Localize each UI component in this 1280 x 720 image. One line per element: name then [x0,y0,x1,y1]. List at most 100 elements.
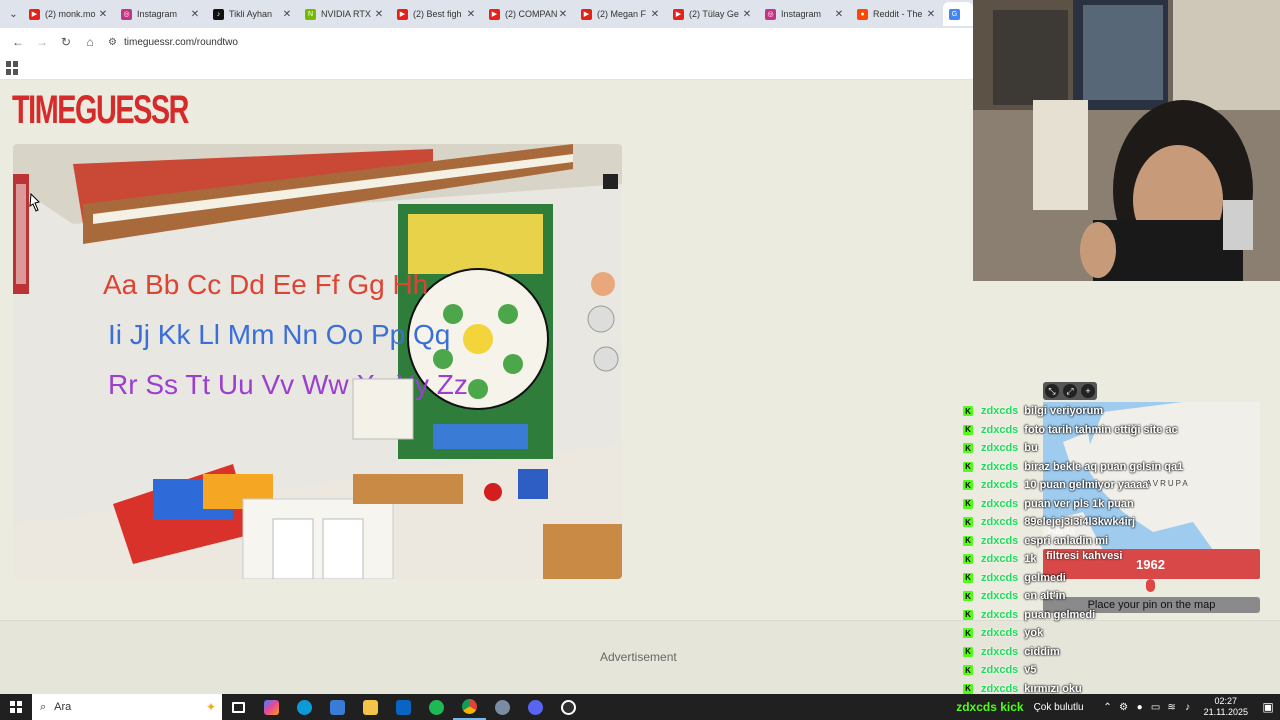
microphone-icon[interactable]: ● [1132,702,1148,713]
browser-tab[interactable]: ◎ Instagram ✕ [759,2,851,26]
tab-label: (2) Tülay Ge [689,9,739,19]
wifi-icon[interactable]: ≋ [1164,702,1180,713]
copilot-icon[interactable] [255,694,288,720]
reload-icon[interactable]: ↻ [54,30,78,54]
pin-toggle-icon[interactable]: + [1081,384,1095,398]
kick-badge-icon: K [963,424,973,435]
close-icon[interactable]: ✕ [557,9,569,20]
shrink-icon[interactable]: ⤢ [1063,384,1077,398]
chat-username: zdxcds [981,571,1019,584]
advertisement-label: Advertisement [600,650,677,664]
browser-tab[interactable]: ▶ (2) Best figh ✕ [391,2,483,26]
chat-message: 89elejej3i3i4l3kwk4irj [1024,516,1135,529]
task-view-icon[interactable] [222,694,255,720]
kick-badge-icon: K [963,665,973,676]
settings-app-icon[interactable] [486,694,519,720]
kick-badge-icon: K [963,591,973,602]
weather-label[interactable]: Çok bulutlu [1034,702,1084,713]
copilot-spark-icon[interactable]: ✦ [206,700,216,714]
tab-search-chevron-icon[interactable]: ⌄ [4,4,23,24]
browser-tab[interactable]: ♪ Tikli Ayhan ✕ [207,2,299,26]
expand-icon[interactable]: ⤡ [1045,384,1059,398]
edge-icon[interactable] [288,694,321,720]
outlook-icon[interactable] [387,694,420,720]
notification-icon[interactable]: ▣ [1256,700,1280,714]
chat-username: zdxcds [981,423,1019,436]
kick-badge-icon: K [963,461,973,472]
tab-strip: ⌄ ▶ (2) monk.mo ✕ ◎ Instagram ✕ ♪ Tikli Ayhan… [0,0,973,28]
nvidia-icon: N [305,8,316,20]
apps-grid-icon[interactable] [6,60,20,75]
close-icon[interactable]: ✕ [741,9,753,20]
browser-tab[interactable]: N NVIDIA RTX ✕ [299,2,391,26]
chat-message: v5 [1024,664,1037,677]
store-icon[interactable] [321,694,354,720]
reddit-icon: ● [857,8,868,20]
close-icon[interactable]: ✕ [833,9,845,20]
close-icon[interactable]: ✕ [281,9,293,20]
kick-badge-icon: K [963,628,973,639]
browser-tab[interactable]: ▶ (2) Tülay Ge ✕ [667,2,759,26]
clock-time: 02:27 [1214,696,1238,706]
close-icon[interactable]: ✕ [189,9,201,20]
browser-tab[interactable]: ▶ (2) COMPAN ✕ [483,2,575,26]
display-icon[interactable]: ▭ [1148,702,1164,713]
browser-tab[interactable]: ▶ (2) monk.mo ✕ [23,2,115,26]
chrome-icon[interactable] [453,694,486,720]
timeguessr-logo[interactable]: TIMEGUESSR [12,88,189,132]
kick-badge-icon: K [963,572,973,583]
chat-message: bilgi veriyorum [1024,405,1104,418]
chat-message: puan gelmedi [1024,608,1096,621]
close-icon[interactable]: ✕ [97,9,109,20]
spotify-icon[interactable] [420,694,453,720]
chat-username: zdxcds [981,442,1019,455]
tab-label: (2) Best figh [413,9,462,19]
close-icon[interactable]: ✕ [465,9,477,20]
kick-badge-icon: K [963,517,973,528]
navigation-bar: ← → ↻ ⌂ ⚙ timeguessr.com/roundtwo [0,28,973,56]
start-windows-icon[interactable] [0,694,32,720]
chevron-up-icon[interactable]: ⌃ [1100,702,1116,713]
obs-icon[interactable] [552,694,585,720]
close-icon[interactable]: ✕ [373,9,385,20]
tab-label: NVIDIA RTX [321,9,371,19]
browser-tab[interactable]: ● Reddit - The ✕ [851,2,943,26]
volume-icon[interactable]: ♪ [1180,702,1196,713]
tab-label: (2) COMPAN [505,9,557,19]
youtube-icon: ▶ [581,8,592,20]
svg-text:Rr Ss Tt Uu Vv Ww Xx Yy Zz: Rr Ss Tt Uu Vv Ww Xx Yy Zz [108,369,468,400]
discord-icon[interactable] [519,694,552,720]
tab-label: Instagram [781,9,822,19]
browser-tab[interactable]: ▶ (2) Megan F ✕ [575,2,667,26]
gear-icon[interactable]: ⚙ [1116,702,1132,713]
browser-tab-active[interactable]: G [943,2,973,26]
kick-badge-icon: K [963,480,973,491]
home-icon[interactable]: ⌂ [78,30,102,54]
close-icon[interactable]: ✕ [925,9,937,20]
chat-row: Kzdxcds foto tarih tahmin ettiği site ac [963,421,1280,440]
chat-row: Kzdxcds 10 puan gelmiyor yaaaa [963,476,1280,495]
chat-row: Kzdxcds biraz bekle aq puan gelsin qa1 [963,458,1280,477]
kick-badge-icon: K [963,498,973,509]
back-arrow-icon[interactable]: ← [6,30,30,54]
svg-text:Aa Bb Cc Dd Ee Ff Gg Hh: Aa Bb Cc Dd Ee Ff Gg Hh [103,269,428,300]
tab-label: Tikli Ayhan [229,9,273,19]
kick-badge-icon: K [963,443,973,454]
forward-arrow-icon[interactable]: → [30,30,54,54]
address-bar[interactable]: ⚙ timeguessr.com/roundtwo [108,30,973,54]
chat-username: zdxcds [981,553,1019,566]
chat-message: foto tarih tahmin ettiği site ac [1024,423,1178,436]
clock[interactable]: 02:27 21.11.2025 [1204,696,1248,718]
chat-username: zdxcds [981,405,1019,418]
google-icon: G [949,8,960,20]
windows-taskbar: ⌕ Ara ✦ zdxcds kick Çok bulutlu ⌃ ⚙ ● ▭ … [0,694,1280,720]
file-explorer-icon[interactable] [354,694,387,720]
browser-tab[interactable]: ◎ Instagram ✕ [115,2,207,26]
taskbar-search[interactable]: ⌕ Ara ✦ [32,694,222,720]
youtube-icon: ▶ [397,8,408,20]
youtube-icon: ▶ [673,8,684,20]
kick-badge-icon: K [963,683,973,694]
site-info-icon[interactable]: ⚙ [108,37,124,48]
round-photo[interactable]: Aa Bb Cc Dd Ee Ff Gg Hh Ii Jj Kk Ll Mm N… [13,144,622,579]
close-icon[interactable]: ✕ [649,9,661,20]
